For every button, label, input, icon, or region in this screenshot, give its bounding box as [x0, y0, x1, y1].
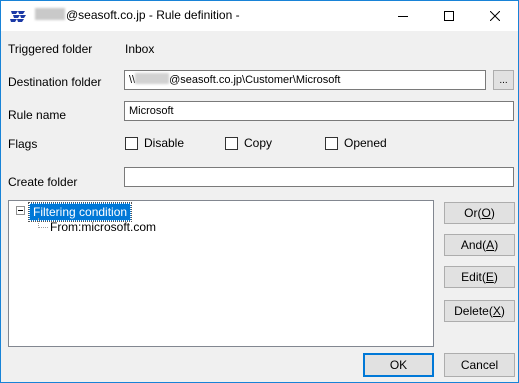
rule-definition-dialog: @seasoft.co.jp - Rule definition - Trigg… [0, 0, 519, 383]
tree-node-condition[interactable]: From:microsoft.com [50, 220, 156, 234]
rule-name-label: Rule name [8, 108, 67, 122]
minimize-button[interactable] [380, 1, 426, 31]
opened-checkbox[interactable]: Opened [325, 136, 387, 150]
window-title-text: @seasoft.co.jp - Rule definition - [66, 8, 240, 22]
and-button-close: ) [494, 238, 499, 252]
checkbox-box [125, 136, 138, 150]
copy-label: Copy [244, 136, 273, 150]
condition-tree[interactable]: Filtering condition From:microsoft.com [8, 200, 434, 347]
tree-node-filtering-condition[interactable]: Filtering condition [27, 202, 133, 222]
collapse-icon[interactable] [16, 206, 25, 215]
create-folder-label: Create folder [8, 175, 78, 189]
title-bar: @seasoft.co.jp - Rule definition - [1, 1, 518, 31]
delete-button-text: Delete( [454, 304, 493, 318]
disable-checkbox[interactable]: Disable [125, 136, 184, 150]
or-button-close: ) [490, 206, 495, 220]
ok-button[interactable]: OK [363, 353, 434, 377]
flags-label: Flags [8, 137, 38, 151]
redacted-server [135, 73, 170, 84]
and-button[interactable]: And(A) [444, 234, 515, 256]
delete-button-close: ) [500, 304, 505, 318]
or-button[interactable]: Or(O) [444, 202, 515, 224]
destination-folder-label: Destination folder [8, 75, 102, 89]
triggered-folder-value: Inbox [125, 42, 155, 56]
minimize-icon [398, 16, 408, 17]
checkbox-box [225, 136, 238, 150]
or-button-accel: O [481, 206, 491, 220]
cancel-button[interactable]: Cancel [444, 353, 515, 377]
edit-button-text: Edit( [461, 270, 486, 284]
delete-button-accel: X [492, 304, 501, 318]
edit-button-close: ) [493, 270, 498, 284]
rule-name-field[interactable]: Microsoft [124, 101, 514, 121]
maximize-icon [444, 11, 454, 21]
and-button-text: And( [460, 238, 487, 252]
checkbox-box [325, 136, 338, 150]
disable-label: Disable [144, 136, 185, 150]
app-logo-icon [10, 11, 26, 22]
triggered-folder-label: Triggered folder [8, 42, 93, 56]
redacted-username [35, 8, 65, 20]
destination-folder-field[interactable]: \\ @seasoft.co.jp\Customer\Microsoft [124, 70, 486, 90]
or-button-text: Or( [464, 206, 482, 220]
maximize-button[interactable] [426, 1, 472, 31]
copy-checkbox[interactable]: Copy [225, 136, 272, 150]
window-title: @seasoft.co.jp - Rule definition - [35, 8, 240, 22]
tree-connector [38, 227, 48, 228]
close-icon [490, 11, 500, 21]
edit-button-accel: E [485, 270, 494, 284]
opened-label: Opened [344, 136, 387, 150]
edit-button[interactable]: Edit(E) [444, 266, 515, 288]
create-folder-field[interactable] [124, 167, 514, 187]
and-button-accel: A [486, 238, 495, 252]
close-button[interactable] [472, 1, 518, 31]
browse-button[interactable]: ... [493, 70, 514, 90]
delete-button[interactable]: Delete(X) [444, 300, 515, 322]
destination-path: @seasoft.co.jp\Customer\Microsoft [169, 74, 341, 86]
